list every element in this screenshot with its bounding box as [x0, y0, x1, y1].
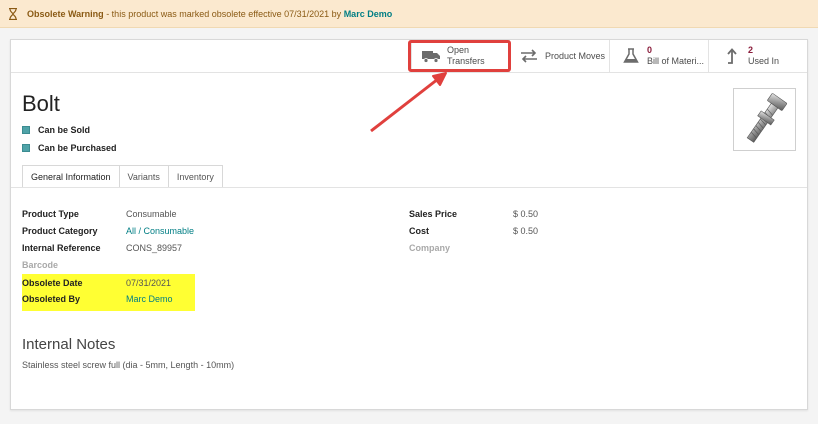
field-barcode: Barcode	[22, 259, 126, 271]
used-in-label: Used In	[748, 56, 780, 66]
field-company: Company	[409, 242, 513, 254]
smart-button-box: Open Transfers Product Moves 0 Bill of M…	[11, 40, 807, 73]
field-internal-reference: Internal Reference CONS_89957	[22, 242, 182, 254]
flask-icon	[623, 48, 639, 63]
tab-inventory[interactable]: Inventory	[167, 165, 223, 187]
can-be-sold-checkbox[interactable]: Can be Sold	[22, 125, 90, 135]
obsolete-date-value[interactable]: 07/31/2021	[126, 278, 171, 288]
bom-label: Bill of Materi...	[647, 56, 705, 66]
field-label: Product Type	[22, 209, 79, 219]
internal-notes-heading: Internal Notes	[22, 336, 116, 353]
obsolete-warning-banner: Obsolete Warning - this product was mark…	[0, 0, 818, 28]
sales-price-value[interactable]: $ 0.50	[513, 209, 538, 219]
hourglass-icon	[9, 7, 17, 20]
field-obsolete-date: Obsolete Date 07/31/2021	[22, 277, 171, 289]
can-be-purchased-label: Can be Purchased	[38, 143, 117, 153]
level-up-icon	[727, 48, 737, 64]
bill-of-materials-button[interactable]: 0 Bill of Materi...	[609, 40, 708, 72]
checkbox-icon	[22, 144, 30, 152]
field-label: Cost	[409, 226, 429, 236]
product-name[interactable]: Bolt	[22, 91, 60, 117]
product-moves-button[interactable]: Product Moves	[509, 40, 609, 72]
bolt-screw-image	[746, 93, 788, 143]
product-moves-label: Product Moves	[545, 51, 606, 61]
field-label: Company	[409, 243, 451, 253]
field-label: Product Category	[22, 226, 98, 236]
tab-general-information[interactable]: General Information	[22, 165, 120, 187]
field-label: Obsoleted By	[22, 294, 81, 304]
cost-value[interactable]: $ 0.50	[513, 226, 538, 236]
product-image[interactable]	[733, 88, 796, 151]
product-category-link[interactable]: All / Consumable	[126, 226, 194, 236]
tab-variants[interactable]: Variants	[118, 165, 169, 187]
field-sales-price: Sales Price $ 0.50	[409, 208, 538, 220]
obsoleted-by-link[interactable]: Marc Demo	[126, 294, 173, 304]
can-be-purchased-checkbox[interactable]: Can be Purchased	[22, 143, 117, 153]
form-tabs: General Information Variants Inventory	[22, 165, 223, 187]
field-label: Barcode	[22, 260, 59, 270]
field-product-type: Product Type Consumable	[22, 208, 177, 220]
field-label: Obsolete Date	[22, 278, 83, 288]
can-be-sold-label: Can be Sold	[38, 125, 91, 135]
field-product-category: Product Category All / Consumable	[22, 225, 194, 237]
internal-notes-text[interactable]: Stainless steel screw full (dia - 5mm, L…	[22, 360, 234, 370]
field-label: Sales Price	[409, 209, 458, 219]
warning-title: Obsolete Warning	[27, 8, 104, 19]
checkbox-icon	[22, 126, 30, 134]
used-in-button[interactable]: 2 Used In	[708, 40, 807, 72]
field-obsoleted-by: Obsoleted By Marc Demo	[22, 293, 173, 305]
field-cost: Cost $ 0.50	[409, 225, 538, 237]
warning-message: - this product was marked obsolete effec…	[106, 8, 342, 19]
internal-reference-value[interactable]: CONS_89957	[126, 243, 182, 253]
exchange-arrows-icon	[521, 49, 537, 63]
annotation-highlight-box	[408, 40, 511, 72]
product-type-value[interactable]: Consumable	[126, 209, 177, 219]
used-in-count: 2	[748, 45, 754, 55]
warning-user-link[interactable]: Marc Demo	[344, 9, 393, 19]
product-form-sheet: Open Transfers Product Moves 0 Bill of M…	[10, 39, 808, 410]
bom-count: 0	[647, 45, 653, 55]
field-label: Internal Reference	[22, 243, 101, 253]
tabs-divider	[11, 187, 807, 188]
